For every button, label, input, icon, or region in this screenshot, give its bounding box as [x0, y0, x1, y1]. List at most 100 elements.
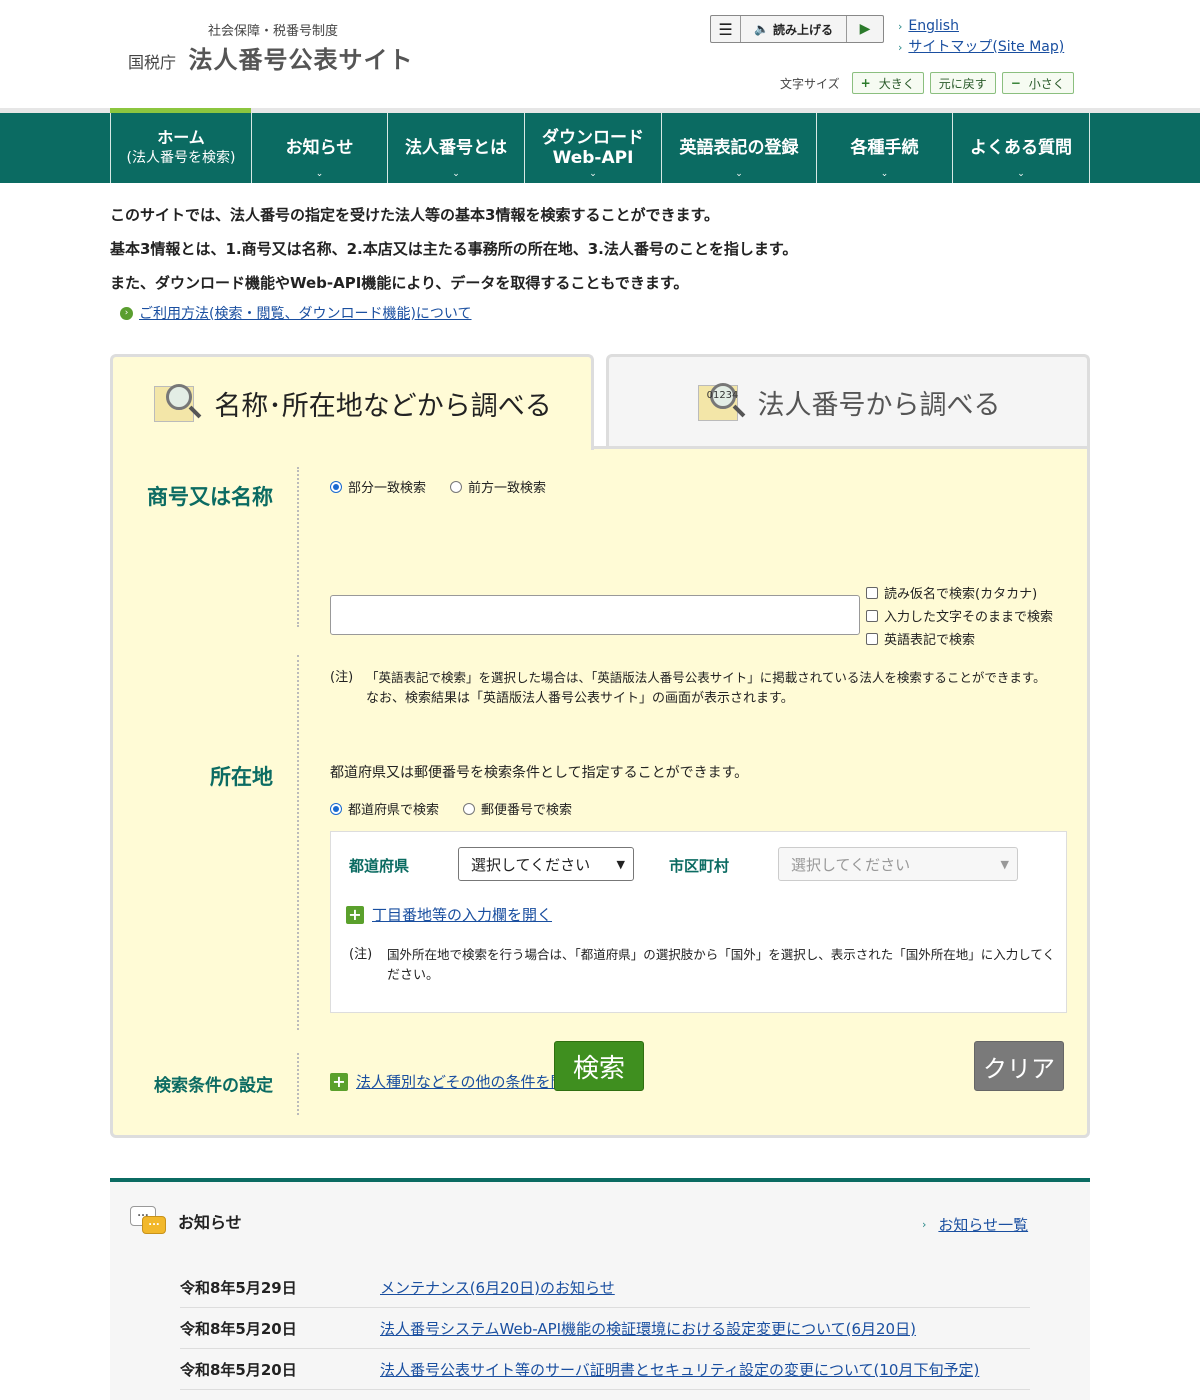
chevron-down-icon: ⌄: [452, 169, 460, 179]
font-smaller-label: 小さく: [1028, 76, 1065, 91]
chevron-down-icon: ⌄: [735, 169, 743, 179]
open-detail-address-link[interactable]: 丁目番地等の入力欄を開く: [372, 904, 552, 925]
radio-partial-match[interactable]: 部分一致検索: [330, 477, 426, 496]
news-header: ...... お知らせ: [130, 1206, 242, 1236]
news-link[interactable]: 法人番号公表サイト等のサーバ証明書とセキュリティ設定の変更について(10月下旬予…: [380, 1359, 979, 1380]
number-icon-text: 01234: [707, 382, 738, 409]
name-note-line-2: なお、検索結果は「英語版法人番号公表サイト」の画面が表示されます。: [366, 691, 794, 706]
check-literal[interactable]: 入力した文字そのままで検索: [866, 604, 1053, 627]
radio-zipcode[interactable]: 郵便番号で検索: [463, 799, 572, 818]
readaloud-button[interactable]: 🔈 読み上げる: [741, 16, 847, 42]
plus-icon: +: [330, 1072, 348, 1091]
nav-news[interactable]: お知らせ ⌄: [251, 113, 387, 183]
check-kana-label: 読み仮名で検索(カタカナ): [884, 587, 1038, 602]
intro-line-1: このサイトでは、法人番号の指定を受けた法人等の基本3情報を検索することができます…: [110, 206, 719, 224]
font-smaller-button[interactable]: − 小さく: [1001, 72, 1074, 94]
arrow-right-icon: ›: [922, 1218, 927, 1231]
font-reset-button[interactable]: 元に戻す: [929, 72, 996, 94]
city-select[interactable]: 選択してください ▼: [778, 847, 1018, 881]
nav-home-sublabel: (法人番号を検索): [126, 150, 236, 166]
check-english[interactable]: 英語表記で検索: [866, 627, 1053, 650]
speaker-icon: 🔈: [754, 22, 769, 36]
radio-prefecture[interactable]: 都道府県で検索: [330, 799, 439, 818]
plus-icon: +: [860, 76, 871, 90]
nav-download[interactable]: ダウンロード Web-API ⌄: [524, 113, 661, 183]
note-mark: (注): [330, 670, 354, 685]
magnifier-number-icon: 01234: [696, 381, 746, 425]
open-conditions-link[interactable]: 法人種別などその他の条件を開く: [356, 1071, 581, 1092]
plus-icon: +: [346, 905, 364, 924]
nav-home[interactable]: ホーム (法人番号を検索): [110, 113, 251, 183]
news-link[interactable]: 法人番号システムWeb-API機能の検証環境における設定変更について(6月20日…: [380, 1318, 916, 1339]
address-desc: 都道府県又は郵便番号を検索条件として指定することができます。: [330, 765, 749, 781]
chevron-down-icon: ⌄: [589, 169, 597, 179]
news-date: 令和8年5月29日: [180, 1279, 297, 1297]
checkbox: [866, 632, 878, 645]
address-note-line-1: 国外所在地で検索を行う場合は、「都道府県」の選択肢から「国外」を選択し、表示され…: [387, 947, 1056, 962]
prefecture-select[interactable]: 選択してください ▼: [458, 847, 634, 881]
english-link[interactable]: English: [908, 18, 959, 34]
chevron-down-icon: ⌄: [880, 169, 889, 179]
match-type-radios: 部分一致検索 前方一致検索: [330, 477, 546, 496]
font-size-control: 文字サイズ + 大きく 元に戻す − 小さく: [780, 72, 1074, 94]
address-note-line-2: ださい。: [387, 968, 440, 983]
tab-search-by-number-label: 法人番号から調べる: [757, 390, 1001, 421]
nav-news-label: お知らせ: [285, 138, 354, 158]
menu-icon[interactable]: ☰: [711, 16, 741, 42]
logo-main: 国税庁 法人番号公表サイト: [128, 40, 413, 75]
news-item: 令和8年5月20日 法人番号公表サイト等のサーバ証明書とセキュリティ設定の変更に…: [180, 1350, 1030, 1390]
name-note: (注) 「英語表記で検索」を選択した場合は、「英語版法人番号公表サイト」に掲載され…: [330, 667, 1070, 709]
font-larger-button[interactable]: + 大きく: [851, 72, 924, 94]
search-panel: 商号又は名称 部分一致検索 前方一致検索 読み仮名で検索(カタカナ) 入力した文…: [110, 446, 1090, 1138]
intro-line-3: また、ダウンロード機能やWeb-API機能により、データを取得することもできます…: [110, 274, 689, 292]
note-mark: (注): [349, 947, 373, 962]
readaloud-label: 読み上げる: [772, 22, 833, 37]
lang-links: › English › サイトマップ(Site Map): [898, 16, 1064, 58]
prefecture-label: 都道府県: [349, 857, 410, 875]
news-item: 令和8年5月29日 メンテナンス(6月20日)のお知らせ: [180, 1268, 1030, 1308]
nav-faq[interactable]: よくある質問 ⌄: [952, 113, 1090, 183]
nav-download-label: ダウンロード: [542, 128, 644, 148]
chevron-down-icon: ▼: [616, 857, 625, 871]
news-all-row: › お知らせ一覧: [922, 1214, 1028, 1235]
news-title: お知らせ: [178, 1213, 242, 1232]
intro-text: このサイトでは、法人番号の指定を受けた法人等の基本3情報を検索することができます…: [110, 198, 797, 300]
sitemap-link[interactable]: サイトマップ(Site Map): [908, 39, 1064, 55]
section-divider: [297, 467, 299, 627]
news-link[interactable]: メンテナンス(6月20日)のお知らせ: [380, 1277, 615, 1298]
tab-search-by-name[interactable]: 名称･所在地などから調べる: [110, 354, 594, 450]
intro-line-2: 基本3情報とは、1.商号又は名称、2.本店又は主たる事務所の所在地、3.法人番号…: [110, 240, 798, 258]
condition-section-label: 検索条件の設定: [154, 1076, 273, 1096]
nav-about[interactable]: 法人番号とは ⌄: [387, 113, 524, 183]
name-section-label: 商号又は名称: [147, 485, 273, 509]
search-button[interactable]: 検索: [554, 1041, 644, 1091]
clear-button[interactable]: クリア: [974, 1041, 1064, 1091]
usage-link[interactable]: ご利用方法(検索・閲覧、ダウンロード機能)について: [139, 303, 472, 323]
minus-icon: −: [1010, 76, 1021, 90]
checkbox: [866, 609, 878, 622]
tab-search-by-number[interactable]: 01234 法人番号から調べる: [606, 354, 1090, 448]
name-input[interactable]: [330, 595, 860, 635]
magnifier-building-icon: [152, 382, 202, 426]
play-icon[interactable]: ▶: [847, 16, 883, 42]
news-date: 令和8年5月20日: [180, 1320, 297, 1338]
radio-prefix-match[interactable]: 前方一致検索: [450, 477, 546, 496]
check-english-label: 英語表記で検索: [884, 633, 976, 648]
news-all-link[interactable]: お知らせ一覧: [938, 1214, 1028, 1235]
section-divider: [297, 655, 299, 1030]
radio-zipcode-label: 郵便番号で検索: [481, 803, 573, 818]
name-options: 読み仮名で検索(カタカナ) 入力した文字そのままで検索 英語表記で検索: [866, 581, 1053, 650]
font-larger-label: 大きく: [878, 76, 915, 91]
nav-download-sublabel: Web-API: [552, 148, 634, 168]
city-select-value: 選択してください: [791, 855, 911, 874]
circle-arrow-icon: ›: [120, 306, 133, 320]
nav-english[interactable]: 英語表記の登録 ⌄: [661, 113, 816, 183]
check-kana[interactable]: 読み仮名で検索(カタカナ): [866, 581, 1053, 604]
prefecture-select-value: 選択してください: [471, 855, 591, 874]
news-section: ...... お知らせ › お知らせ一覧 令和8年5月29日 メンテナンス(6月…: [110, 1178, 1090, 1400]
nav-procedures[interactable]: 各種手続 ⌄: [816, 113, 952, 183]
font-size-label: 文字サイズ: [780, 76, 840, 91]
chevron-down-icon: ⌄: [315, 169, 324, 179]
radio-prefix-label: 前方一致検索: [468, 481, 547, 496]
speech-bubble-icon: ......: [130, 1206, 166, 1236]
